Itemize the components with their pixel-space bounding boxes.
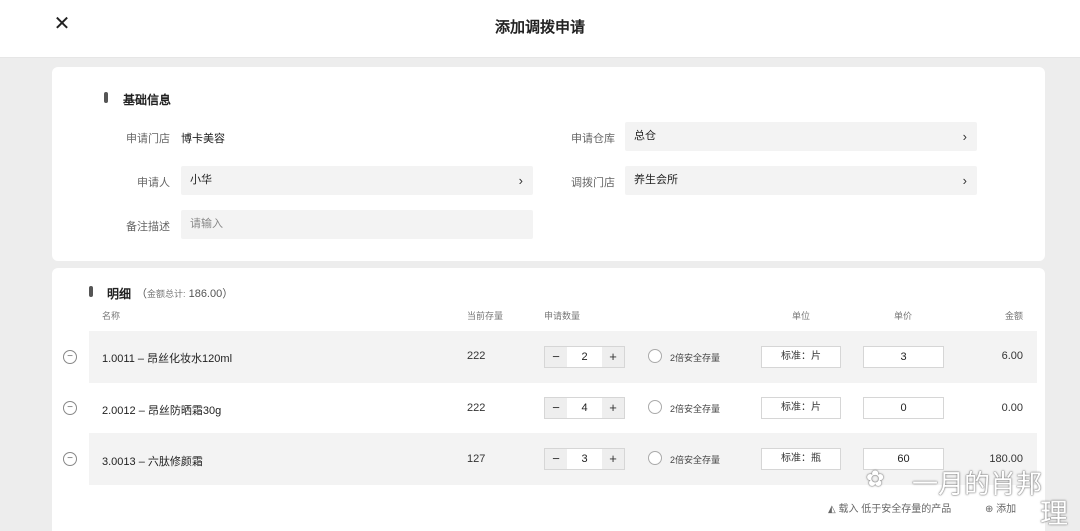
top-bar: ✕ 添加调拨申请 <box>0 0 1080 58</box>
remark-input[interactable]: 请输入 <box>181 210 533 239</box>
col-stock: 当前存量 <box>467 311 504 321</box>
quantity-stepper[interactable]: − 4 + <box>544 397 625 419</box>
total-label: 金额总计: <box>147 289 186 299</box>
applicant-value: 小华 <box>190 174 212 186</box>
col-qty: 申请数量 <box>544 311 581 321</box>
product-name: 1.0011 – 昂丝化妆水120ml <box>102 353 233 365</box>
total-value: 186.00） <box>188 288 234 300</box>
page-title: 添加调拨申请 <box>494 19 585 36</box>
basic-info-title: 基础信息 <box>123 93 172 107</box>
import-text: 低于安全存量的产品 <box>861 504 952 515</box>
unit-select[interactable]: 标准：片 <box>761 346 841 368</box>
decrement-button[interactable]: − <box>545 347 567 367</box>
remove-row-icon[interactable]: − <box>63 452 77 466</box>
remark-label: 备注描述 <box>126 221 170 233</box>
increment-button[interactable]: + <box>602 449 624 469</box>
quantity-value[interactable]: 4 <box>567 398 602 418</box>
safety-stock-label: 2倍安全存量 <box>670 353 721 363</box>
quantity-value[interactable]: 3 <box>567 449 602 469</box>
safety-stock-radio[interactable] <box>648 451 662 465</box>
product-name: 2.0012 – 昂丝防晒霜30g <box>102 405 222 417</box>
increment-button[interactable]: + <box>602 398 624 418</box>
add-item-button[interactable]: ⊕ 添加 <box>985 500 1016 515</box>
applicant-label: 申请人 <box>137 177 170 189</box>
watermark-char: 理 <box>1040 497 1069 530</box>
stock-value: 222 <box>467 402 486 414</box>
applicant-select[interactable]: 小华 › <box>181 166 533 195</box>
increment-button[interactable]: + <box>602 347 624 367</box>
amount-value: 6.00 <box>1001 350 1023 362</box>
quantity-stepper[interactable]: − 2 + <box>544 346 625 368</box>
total-paren: （ <box>136 288 147 300</box>
transfer-store-label: 调拨门店 <box>571 177 615 189</box>
section-marker <box>104 92 108 103</box>
store-value: 博卡美容 <box>181 133 225 145</box>
col-price: 单价 <box>894 311 913 321</box>
warehouse-label: 申请仓库 <box>571 133 615 145</box>
add-label: 添加 <box>996 504 1017 515</box>
amount-value: 0.00 <box>1001 402 1023 414</box>
store-label: 申请门店 <box>126 133 170 145</box>
quantity-value[interactable]: 2 <box>567 347 602 367</box>
safety-stock-label: 2倍安全存量 <box>670 404 721 414</box>
chevron-right-icon: › <box>962 129 967 144</box>
unit-select[interactable]: 标准：片 <box>761 397 841 419</box>
remove-row-icon[interactable]: − <box>63 401 77 415</box>
quantity-stepper[interactable]: − 3 + <box>544 448 625 470</box>
watermark-text: 一月的肖邦 <box>912 470 1043 500</box>
detail-total: （金额总计: 186.00） <box>136 285 233 301</box>
decrement-button[interactable]: − <box>545 449 567 469</box>
price-input[interactable]: 0 <box>863 397 944 419</box>
stock-value: 222 <box>467 350 486 362</box>
col-unit: 单位 <box>792 311 811 321</box>
safety-stock-radio[interactable] <box>648 349 662 363</box>
warehouse-select[interactable]: 总仓 › <box>625 122 977 151</box>
detail-title: 明细 <box>107 287 132 301</box>
product-name: 3.0013 – 六肽修颜霜 <box>102 456 203 468</box>
stock-value: 127 <box>467 453 486 465</box>
price-input[interactable]: 3 <box>863 346 944 368</box>
transfer-store-value: 养生会所 <box>634 174 678 186</box>
import-icon: ◭ <box>828 504 836 515</box>
remove-row-icon[interactable]: − <box>63 350 77 364</box>
import-low-stock-button[interactable]: ◭ 载入 低于安全存量的产品 <box>828 500 951 515</box>
decrement-button[interactable]: − <box>545 398 567 418</box>
section-marker <box>89 286 93 297</box>
col-amount: 金额 <box>1005 311 1024 321</box>
safety-stock-label: 2倍安全存量 <box>670 455 721 465</box>
safety-stock-radio[interactable] <box>648 400 662 414</box>
chevron-right-icon: › <box>518 173 523 188</box>
col-name: 名称 <box>102 311 121 321</box>
wechat-logo-icon: ✿ <box>866 467 885 492</box>
transfer-store-select[interactable]: 养生会所 › <box>625 166 977 195</box>
add-icon: ⊕ <box>985 504 994 515</box>
import-label: 载入 <box>838 504 859 515</box>
warehouse-value: 总仓 <box>634 130 656 142</box>
chevron-right-icon: › <box>962 173 967 188</box>
unit-select[interactable]: 标准：瓶 <box>761 448 841 470</box>
